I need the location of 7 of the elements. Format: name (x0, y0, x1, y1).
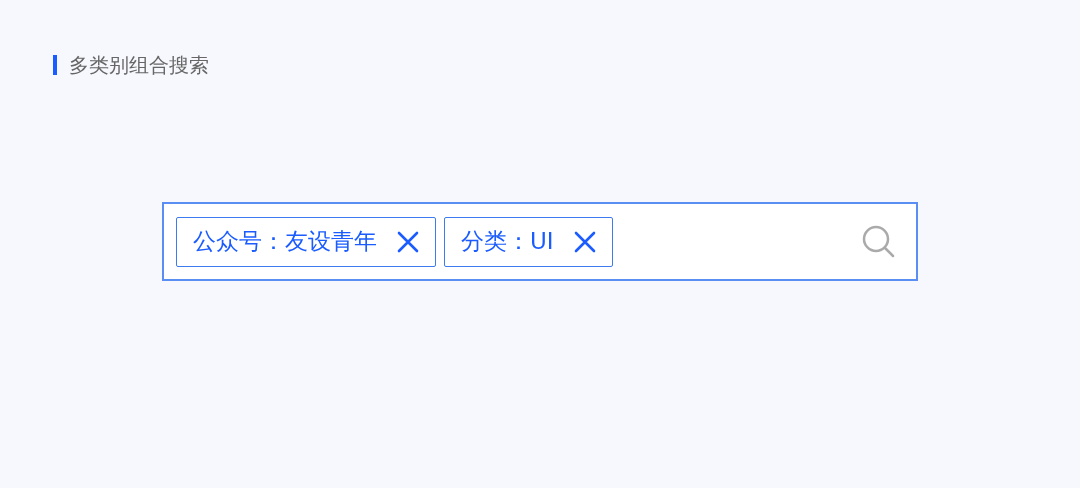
close-icon[interactable] (573, 230, 596, 253)
close-icon[interactable] (397, 230, 419, 253)
tag-label: 分类：UI (461, 227, 554, 257)
search-field[interactable]: 公众号：友设青年 分类：UI (162, 202, 918, 281)
tag-label: 公众号：友设青年 (193, 227, 377, 257)
section-title: 多类别组合搜索 (69, 52, 209, 79)
accent-bar (53, 55, 57, 75)
